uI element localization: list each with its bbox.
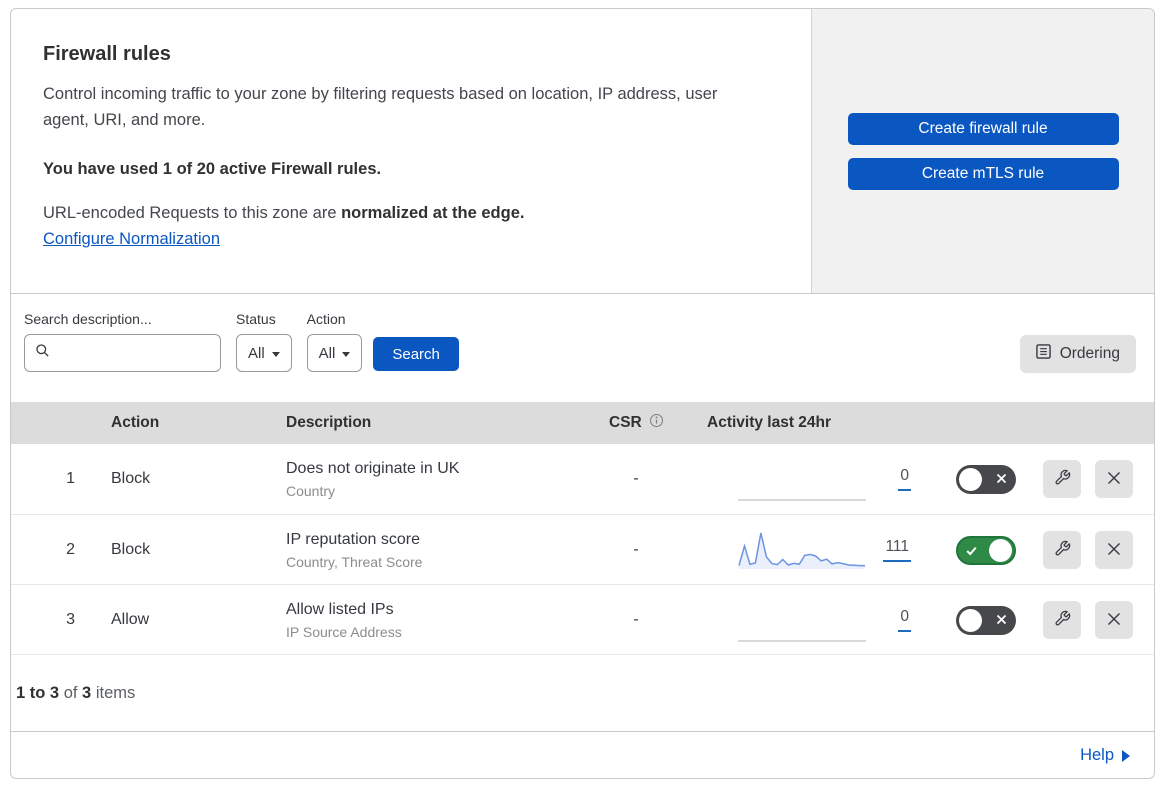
action-dropdown[interactable]: All	[306, 334, 363, 372]
action-dropdown-value: All	[318, 344, 336, 362]
rule-csr-value: -	[633, 541, 639, 558]
rule-action: Block	[111, 541, 151, 558]
rule-priority: 2	[66, 541, 75, 558]
rule-title: Allow listed IPs	[286, 600, 394, 618]
edit-rule-button[interactable]	[1043, 601, 1081, 639]
table-body: 1 Block Does not originate in UK Country…	[11, 444, 1154, 655]
enable-toggle[interactable]	[956, 535, 1016, 565]
search-button[interactable]: Search	[373, 337, 459, 371]
table-row: 2 Block IP reputation score Country, Thr…	[11, 514, 1154, 584]
activity-sparkline	[686, 444, 866, 514]
delete-rule-button[interactable]	[1095, 531, 1133, 569]
intro-section: Firewall rules Control incoming traffic …	[11, 9, 811, 293]
wrench-icon	[1054, 469, 1071, 489]
cta-panel: Create firewall rule Create mTLS rule	[811, 9, 1154, 293]
status-filter-group: Status All	[236, 311, 292, 372]
edit-rule-button[interactable]	[1043, 531, 1081, 569]
x-icon	[995, 472, 1008, 490]
activity-count-link[interactable]: 0	[898, 608, 911, 632]
page-title: Firewall rules	[43, 43, 171, 65]
action-filter-group: Action All	[306, 311, 363, 372]
rule-title: IP reputation score	[286, 530, 421, 548]
close-icon	[1106, 611, 1122, 630]
delete-rule-button[interactable]	[1095, 601, 1133, 639]
table-header-row: Action Description CSR Activity last 24h…	[11, 402, 1154, 444]
close-icon	[1106, 541, 1122, 560]
search-label: Search description...	[24, 311, 152, 327]
rule-action: Allow	[111, 611, 150, 628]
rules-list-card: Search description... Status All Action	[10, 294, 1155, 732]
rule-fields: Country	[286, 482, 336, 499]
rule-csr-value: -	[633, 470, 639, 487]
enable-toggle[interactable]	[956, 464, 1016, 494]
help-link[interactable]: Help	[1080, 746, 1114, 765]
toggle-knob	[959, 467, 982, 491]
x-icon	[995, 613, 1008, 631]
filter-bar: Search description... Status All Action	[11, 294, 1154, 402]
chevron-down-icon	[342, 351, 351, 357]
column-csr: CSR	[586, 413, 686, 433]
create-firewall-rule-button[interactable]: Create firewall rule	[847, 112, 1119, 145]
toggle-knob	[989, 538, 1012, 562]
info-icon[interactable]	[649, 413, 664, 433]
ordering-button[interactable]: Ordering	[1019, 335, 1136, 373]
search-group: Search description...	[24, 311, 221, 372]
action-label: Action	[306, 311, 346, 327]
toggle-knob	[959, 608, 982, 632]
usage-summary: You have used 1 of 20 active Firewall ru…	[43, 160, 382, 178]
status-dropdown-value: All	[248, 344, 265, 362]
wrench-icon	[1054, 540, 1071, 560]
column-activity: Activity last 24hr	[707, 414, 832, 431]
activity-sparkline	[686, 585, 866, 655]
search-input[interactable]	[57, 344, 210, 362]
configure-normalization-link[interactable]: Configure Normalization	[43, 230, 220, 249]
status-label: Status	[236, 311, 276, 327]
normalization-note: URL-encoded Requests to this zone are no…	[43, 204, 525, 222]
rule-fields: IP Source Address	[286, 623, 402, 640]
page-description: Control incoming traffic to your zone by…	[43, 85, 718, 129]
column-action: Action	[111, 414, 160, 431]
help-bar: Help	[10, 731, 1155, 779]
help-arrow-icon	[1122, 750, 1130, 762]
activity-count-link[interactable]: 0	[898, 467, 911, 491]
close-icon	[1106, 470, 1122, 489]
rule-description: Allow listed IPs IP Source Address	[276, 601, 586, 640]
activity-sparkline	[686, 515, 866, 585]
page: Firewall rules Control incoming traffic …	[10, 8, 1155, 779]
wrench-icon	[1054, 610, 1071, 630]
rule-priority: 3	[66, 611, 75, 628]
chevron-down-icon	[271, 351, 280, 357]
rule-priority: 1	[66, 470, 75, 487]
firewall-rules-header-card: Firewall rules Control incoming traffic …	[10, 8, 1155, 294]
edit-rule-button[interactable]	[1043, 460, 1081, 498]
rule-title: Does not originate in UK	[286, 459, 460, 477]
rule-action: Block	[111, 470, 151, 487]
search-icon	[35, 343, 50, 363]
ordering-button-label: Ordering	[1059, 345, 1120, 362]
table-row: 3 Allow Allow listed IPs IP Source Addre…	[11, 584, 1154, 654]
rule-description: IP reputation score Country, Threat Scor…	[276, 531, 586, 570]
table-row: 1 Block Does not originate in UK Country…	[11, 444, 1154, 514]
status-dropdown[interactable]: All	[236, 334, 292, 372]
column-description: Description	[286, 414, 372, 431]
search-input-box[interactable]	[24, 334, 221, 372]
rule-description: Does not originate in UK Country	[276, 460, 586, 499]
ordering-list-icon	[1035, 344, 1051, 364]
pagination-summary: 1 to 3 of 3 items	[16, 684, 136, 702]
create-mtls-rule-button[interactable]: Create mTLS rule	[847, 157, 1119, 190]
enable-toggle[interactable]	[956, 605, 1016, 635]
rule-fields: Country, Threat Score	[286, 553, 423, 570]
check-icon	[965, 544, 978, 562]
delete-rule-button[interactable]	[1095, 460, 1133, 498]
activity-count-link[interactable]: 111	[883, 538, 911, 562]
rule-csr-value: -	[633, 611, 639, 628]
